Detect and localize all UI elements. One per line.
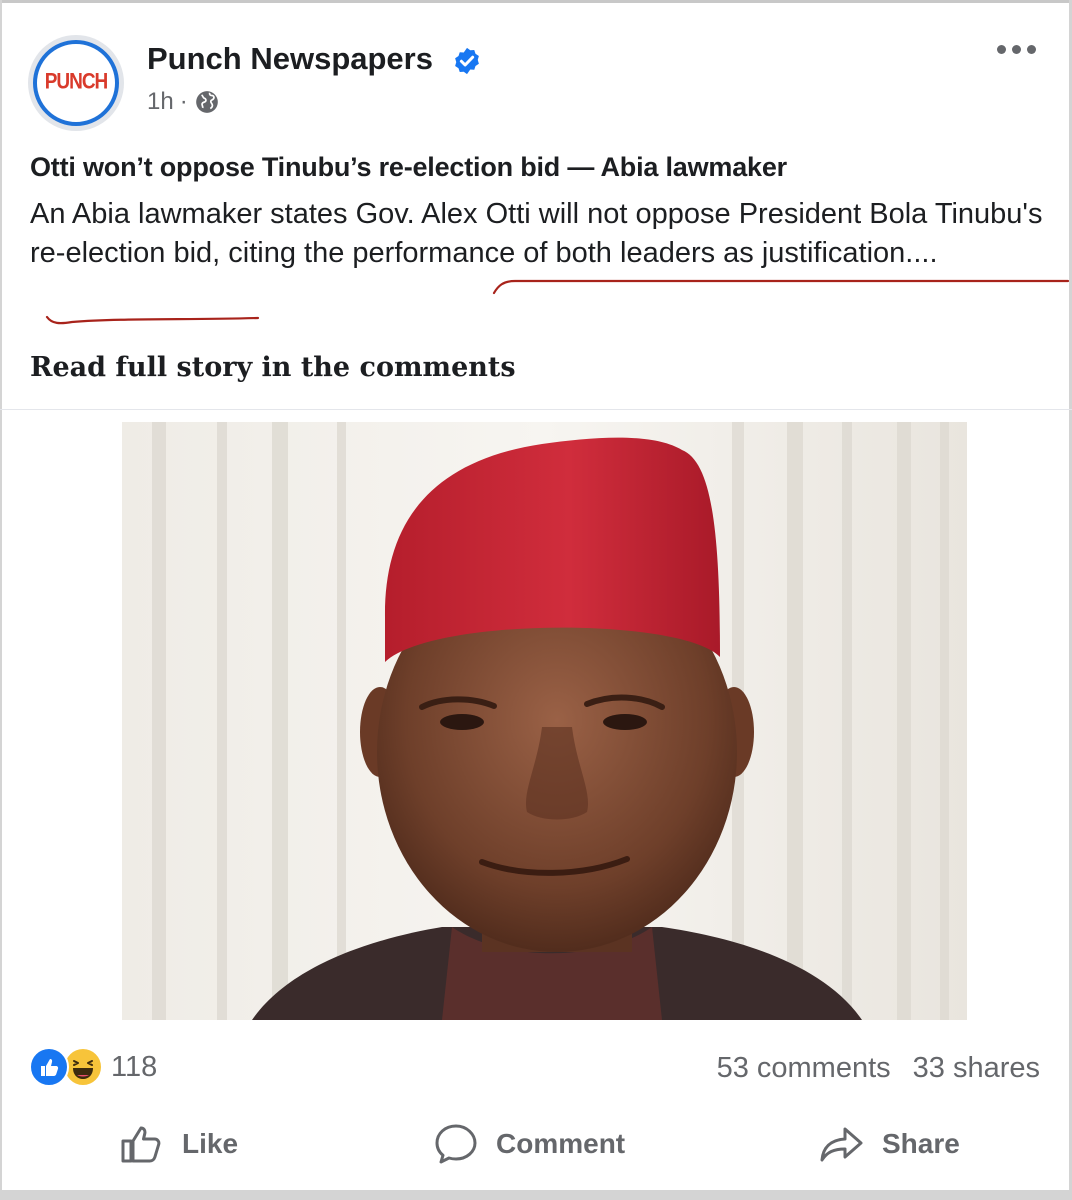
like-button[interactable]: Like (118, 1112, 238, 1176)
post-timestamp[interactable]: 1h (147, 88, 174, 116)
comment-button[interactable]: Comment (432, 1112, 625, 1176)
like-label: Like (182, 1128, 239, 1159)
globe-icon (195, 91, 218, 113)
reaction-count: 118 (111, 1050, 158, 1083)
meta-separator: · (179, 88, 188, 115)
content-divider (0, 409, 1072, 410)
frame-border-top (0, 0, 1072, 3)
haha-reaction-icon (63, 1047, 103, 1087)
like-reaction-icon (29, 1047, 69, 1087)
portrait-illustration (122, 422, 967, 1020)
read-more-link[interactable]: Read full story in the comments (30, 352, 516, 383)
comments-count[interactable]: 53 comments (717, 1052, 891, 1085)
reaction-summary[interactable]: 118 (29, 1047, 157, 1087)
share-label: Share (882, 1128, 960, 1159)
frame-border-bottom (0, 1190, 1072, 1200)
more-dot (1012, 45, 1021, 54)
engagement-stats: 53 comments 33 shares (717, 1052, 1040, 1085)
verified-badge-icon (455, 47, 479, 75)
page-name[interactable]: Punch Newspapers (147, 41, 433, 77)
frame-border-left (0, 0, 2, 1200)
more-dot (1027, 45, 1036, 54)
page-avatar[interactable]: PUNCH (28, 35, 124, 131)
post-headline: Otti won’t oppose Tinubu’s re-election b… (30, 152, 787, 182)
punch-logo: PUNCH (44, 70, 109, 95)
share-icon (820, 1127, 863, 1162)
post-meta: 1h · (147, 88, 220, 116)
post-photo[interactable] (122, 422, 967, 1020)
avatar-logo-ring: PUNCH (33, 40, 119, 126)
more-dot (997, 45, 1006, 54)
more-options-icon[interactable] (997, 45, 1036, 54)
post-actions-bar: Like Comment Share (0, 1112, 1072, 1176)
like-icon (121, 1126, 161, 1163)
comment-label: Comment (496, 1128, 626, 1159)
shares-count[interactable]: 33 shares (913, 1052, 1040, 1085)
comment-icon (435, 1124, 477, 1164)
post-body: An Abia lawmaker states Gov. Alex Otti w… (30, 198, 1043, 269)
share-button[interactable]: Share (818, 1112, 960, 1176)
